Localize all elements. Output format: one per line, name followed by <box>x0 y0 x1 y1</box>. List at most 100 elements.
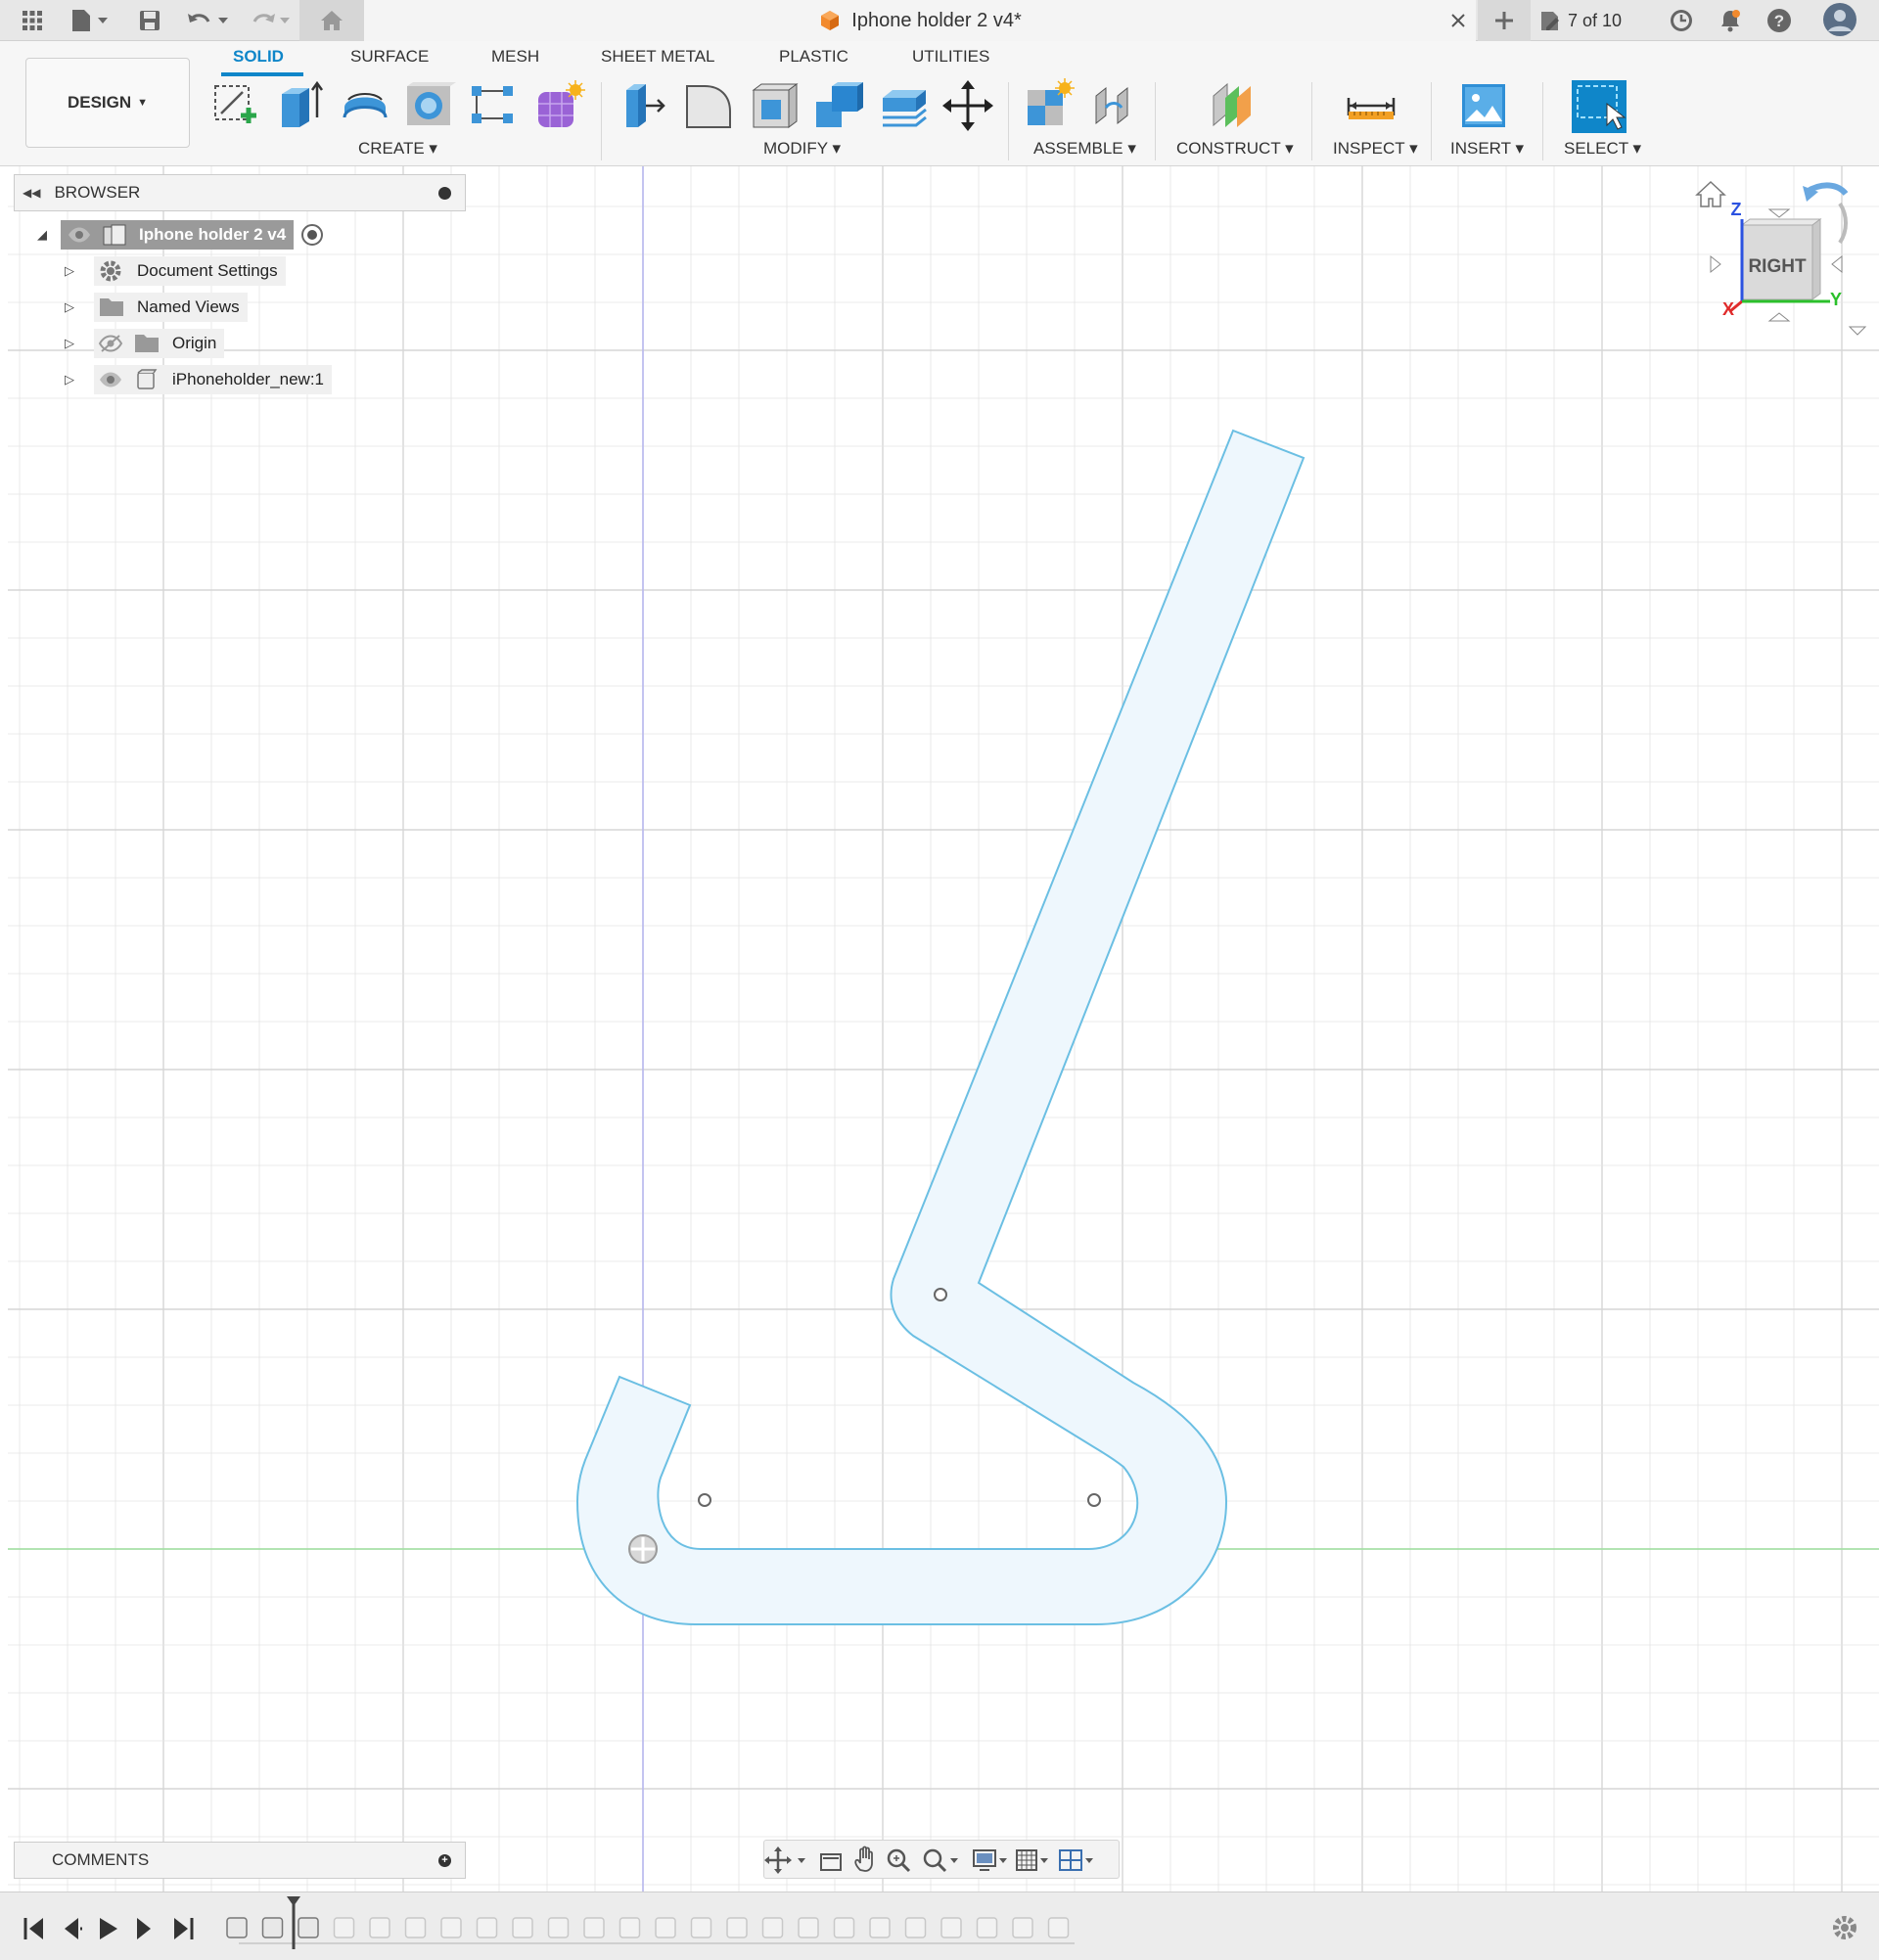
grid-settings-icon[interactable] <box>1016 1849 1048 1871</box>
rotate-view-arrow-icon[interactable] <box>1803 182 1849 202</box>
inspect-group[interactable]: INSPECT ▾ <box>1333 139 1418 159</box>
viewport-canvas[interactable] <box>8 166 1879 1892</box>
cube-up-arrow-icon[interactable] <box>1767 208 1791 218</box>
browser-pin-icon[interactable] <box>438 187 451 200</box>
timeline-feature[interactable] <box>476 1917 498 1938</box>
sketch-point[interactable] <box>698 1493 711 1507</box>
close-tab-icon[interactable] <box>1444 4 1472 37</box>
browser-item-document-settings[interactable]: ▷ Document Settings <box>65 255 286 287</box>
activate-radio-icon[interactable] <box>299 222 325 248</box>
save-icon[interactable] <box>135 4 164 37</box>
visibility-eye-icon[interactable] <box>67 225 92 245</box>
timeline-feature[interactable] <box>226 1917 248 1938</box>
timeline-feature[interactable] <box>512 1917 533 1938</box>
timeline-feature[interactable] <box>655 1917 676 1938</box>
timeline-next-icon[interactable] <box>137 1918 151 1939</box>
browser-panel-header[interactable]: ◀◀ BROWSER <box>14 174 466 211</box>
browser-item-origin[interactable]: ▷ Origin <box>65 328 225 359</box>
look-at-icon[interactable] <box>820 1853 842 1871</box>
extrude-icon[interactable] <box>274 78 327 133</box>
tab-utilities[interactable]: UTILITIES <box>912 47 989 67</box>
browser-item-component[interactable]: ▷ iPhoneholder_new:1 <box>65 364 333 395</box>
timeline-feature[interactable] <box>619 1917 641 1938</box>
tab-sheet-metal[interactable]: SHEET METAL <box>601 47 715 67</box>
timeline-feature[interactable] <box>583 1917 605 1938</box>
timeline-feature[interactable] <box>833 1917 855 1938</box>
hidden-eye-icon[interactable] <box>98 334 123 353</box>
tree-expand-icon[interactable]: ▷ <box>65 336 94 351</box>
fit-zoom-icon[interactable] <box>923 1848 958 1873</box>
insert-canvas-icon[interactable] <box>1458 78 1511 133</box>
pattern-icon[interactable] <box>468 78 521 133</box>
home-icon[interactable] <box>299 0 364 41</box>
joint-icon[interactable] <box>1088 78 1141 133</box>
orbit-icon[interactable] <box>764 1846 805 1874</box>
timeline-feature[interactable] <box>761 1917 784 1938</box>
sketch-point[interactable] <box>934 1288 947 1301</box>
undo-icon[interactable] <box>184 4 235 37</box>
collapse-browser-icon[interactable]: ◀◀ <box>23 186 40 200</box>
select-group[interactable]: SELECT ▾ <box>1564 139 1641 159</box>
display-settings-icon[interactable] <box>973 1849 1007 1871</box>
timeline-feature[interactable] <box>690 1917 712 1938</box>
timeline-feature[interactable] <box>1012 1917 1033 1938</box>
job-status[interactable]: 7 of 10 <box>1538 4 1627 37</box>
timeline-features[interactable] <box>226 1917 1070 1938</box>
cube-left-arrow-icon[interactable] <box>1710 254 1721 274</box>
tab-plastic[interactable]: PLASTIC <box>779 47 848 67</box>
new-component-icon[interactable] <box>1024 78 1077 133</box>
timeline-feature[interactable] <box>869 1917 891 1938</box>
timeline-feature[interactable] <box>976 1917 998 1938</box>
sketch-profile[interactable] <box>575 429 1306 1625</box>
orbit-arrow-icon[interactable] <box>1838 202 1848 245</box>
move-copy-icon[interactable] <box>941 78 994 133</box>
timeline-feature[interactable] <box>298 1917 319 1938</box>
clock-icon[interactable] <box>1666 4 1697 37</box>
shell-icon[interactable] <box>748 78 801 133</box>
notification-bell-icon[interactable] <box>1715 4 1746 37</box>
cube-down-arrow-icon[interactable] <box>1767 312 1791 322</box>
workspace-switcher[interactable]: DESIGN ▼ <box>25 58 190 148</box>
tab-solid[interactable]: SOLID <box>233 47 284 67</box>
create-group[interactable]: CREATE ▾ <box>358 139 437 159</box>
insert-group[interactable]: INSERT ▾ <box>1450 139 1524 159</box>
timeline-start-icon[interactable] <box>23 1918 43 1939</box>
file-menu-icon[interactable] <box>67 4 114 37</box>
offset-face-icon[interactable] <box>877 78 930 133</box>
create-sketch-icon[interactable] <box>209 78 262 133</box>
offset-plane-icon[interactable] <box>1208 78 1260 133</box>
3d-viewport[interactable] <box>8 166 1879 1892</box>
comments-panel[interactable]: COMMENTS + <box>14 1842 466 1879</box>
app-grid-icon[interactable] <box>18 4 47 37</box>
tab-mesh[interactable]: MESH <box>491 47 539 67</box>
timeline-feature[interactable] <box>369 1917 390 1938</box>
cube-right-arrow-icon[interactable] <box>1831 254 1843 274</box>
new-tab-icon[interactable] <box>1478 0 1531 41</box>
revolve-icon[interactable] <box>339 78 391 133</box>
timeline-feature[interactable] <box>440 1917 462 1938</box>
timeline-settings-gear-icon[interactable] <box>1833 1916 1856 1939</box>
pan-hand-icon[interactable] <box>854 1846 873 1872</box>
viewcube-menu-icon[interactable] <box>1848 326 1867 336</box>
tree-expand-icon[interactable]: ▷ <box>65 299 94 315</box>
zoom-icon[interactable] <box>887 1848 911 1873</box>
timeline-feature[interactable] <box>404 1917 427 1938</box>
tree-expand-icon[interactable]: ▷ <box>65 372 94 387</box>
construct-group[interactable]: CONSTRUCT ▾ <box>1176 139 1294 159</box>
add-comment-icon[interactable]: + <box>438 1854 451 1867</box>
help-icon[interactable]: ? <box>1764 4 1795 37</box>
create-form-icon[interactable] <box>532 78 585 133</box>
visibility-eye-icon[interactable] <box>98 370 123 389</box>
timeline-feature[interactable] <box>798 1917 819 1938</box>
timeline-feature[interactable] <box>547 1917 570 1938</box>
document-tab[interactable]: Iphone holder 2 v4* <box>364 0 1476 41</box>
timeline-feature[interactable] <box>261 1917 284 1938</box>
tree-collapse-icon[interactable]: ◢ <box>37 227 61 243</box>
origin-point[interactable] <box>628 1534 658 1564</box>
hole-icon[interactable] <box>403 78 456 133</box>
sketch-point[interactable] <box>1087 1493 1101 1507</box>
tab-surface[interactable]: SURFACE <box>350 47 429 67</box>
press-pull-icon[interactable] <box>619 78 671 133</box>
redo-icon[interactable] <box>245 4 294 37</box>
timeline-previous-icon[interactable] <box>65 1918 82 1939</box>
